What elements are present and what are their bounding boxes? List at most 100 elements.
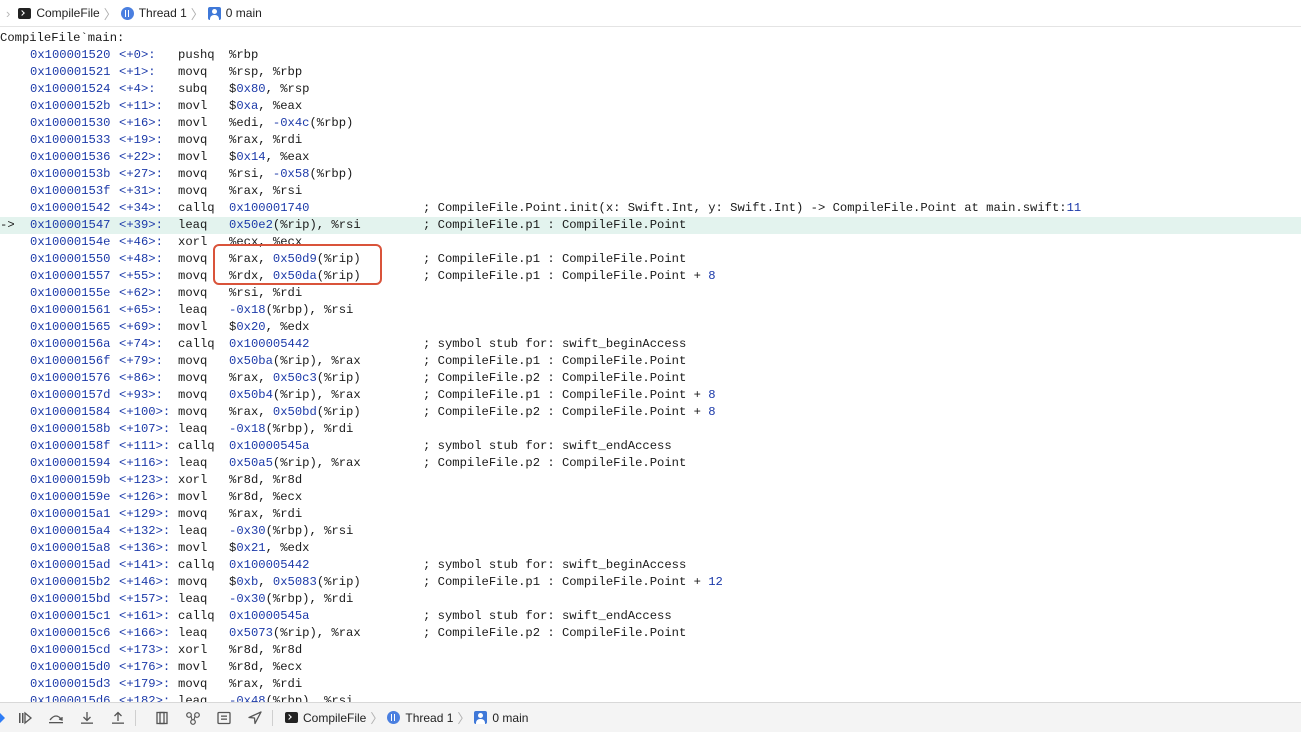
instruction-row[interactable]: 0x100001533 <+19>: movq %rax, %rdi [0,132,1301,149]
instruction-row[interactable]: 0x10000158b <+107>: leaq -0x18(%rbp), %rdi [0,421,1301,438]
operand-text: (%rbp), %rsi [265,303,354,317]
memory-graph-icon[interactable] [182,708,204,728]
instruction-row[interactable]: 0x10000154e <+46>: xorl %ecx, %ecx [0,234,1301,251]
instruction-address: 0x1000015d3 [30,677,111,691]
instruction-row[interactable]: 0x100001530 <+16>: movl %edi, -0x4c(%rbp) [0,115,1301,132]
instruction-offset: <+4>: [119,82,156,96]
comment-text: ; CompileFile.p2 : CompileFile.Point [423,371,687,385]
instruction-row[interactable]: 0x100001557 <+55>: movq %rdx, 0x50da(%rip);… [0,268,1301,285]
current-instruction-row[interactable]: -> 0x100001547 <+39>: leaq 0x50e2(%rip), %rs… [0,217,1301,234]
step-into-icon[interactable] [76,708,98,728]
instruction-offset: <+123>: [119,473,171,487]
instruction-mnemonic: movq [178,167,208,181]
breadcrumb-process[interactable]: CompileFile [18,6,100,20]
instruction-comment: ; CompileFile.p1 : CompileFile.Point [423,251,686,268]
instruction-mnemonic: callq [178,558,215,572]
instruction-offset: <+39>: [119,218,163,232]
comment-text: ; CompileFile.p1 : CompileFile.Point [423,354,687,368]
environment-icon[interactable] [213,708,235,728]
comment-number: 12 [708,575,723,589]
instruction-row[interactable]: 0x100001584 <+100>: movq %rax, 0x50bd(%rip)… [0,404,1301,421]
operand-number: -0x18 [229,422,266,436]
comment-text: ; symbol stub for: swift_endAccess [423,609,672,623]
instruction-address: 0x10000156f [30,354,111,368]
instruction-row[interactable]: 0x1000015a4 <+132>: leaq -0x30(%rbp), %rsi [0,523,1301,540]
instruction-mnemonic: xorl [178,643,208,657]
comment-text: ; symbol stub for: swift_endAccess [423,439,672,453]
instruction-row[interactable]: 0x10000152b <+11>: movl $0xa, %eax [0,98,1301,115]
debug-breadcrumb-thread-label: Thread 1 [405,710,454,725]
instruction-mnemonic: xorl [178,473,208,487]
operand-number: 0x50b4 [229,388,273,402]
instruction-operands: -0x18(%rbp), %rsi [229,302,353,319]
instruction-row[interactable]: 0x100001561 <+65>: leaq -0x18(%rbp), %rsi [0,302,1301,319]
disassembly-view[interactable]: CompileFile`main: 0x100001520 <+0>: pushq%… [0,30,1301,702]
instruction-row[interactable]: 0x10000157d <+93>: movq 0x50b4(%rip), %rax;… [0,387,1301,404]
instruction-row[interactable]: 0x10000159e <+126>: movl %r8d, %ecx [0,489,1301,506]
instruction-row[interactable]: 0x10000153b <+27>: movq %rsi, -0x58(%rbp) [0,166,1301,183]
instruction-row[interactable]: 0x100001520 <+0>: pushq %rbp [0,47,1301,64]
breadcrumb-frame-label: 0 main [225,6,262,20]
disassembly-lines: 0x100001520 <+0>: pushq %rbp 0x100001521 <+1>… [0,47,1301,702]
breadcrumb-thread-label: Thread 1 [138,6,187,20]
instruction-row[interactable]: 0x10000159b <+123>: xorl %r8d, %r8d [0,472,1301,489]
continue-icon[interactable] [14,708,36,728]
instruction-operands: $0x20, %edx [229,319,309,336]
instruction-row[interactable]: 0x100001594 <+116>: leaq 0x50a5(%rip), %rax… [0,455,1301,472]
instruction-row[interactable]: 0x1000015a1 <+129>: movq %rax, %rdi [0,506,1301,523]
instruction-row[interactable]: 0x10000155e <+62>: movq %rsi, %rdi [0,285,1301,302]
breadcrumb-separator: 〉 [190,6,204,22]
instruction-row[interactable]: 0x1000015d3 <+179>: movq %rax, %rdi [0,676,1301,693]
instruction-row[interactable]: 0x100001521 <+1>: movq %rsp, %rbp [0,64,1301,81]
instruction-row[interactable]: 0x10000156a <+74>: callq 0x100005442 ; symbo… [0,336,1301,353]
instruction-mnemonic: movq [178,252,208,266]
view-debugger-icon[interactable] [151,708,173,728]
annotation-highlight-box [213,244,382,285]
instruction-comment: ; CompileFile.p1 : CompileFile.Point + 8 [423,268,716,285]
instruction-row[interactable]: 0x1000015c6 <+166>: leaq 0x5073(%rip), %rax… [0,625,1301,642]
location-icon[interactable] [244,708,266,728]
instruction-row[interactable]: 0x1000015bd <+157>: leaq -0x30(%rbp), %rdi [0,591,1301,608]
instruction-row[interactable]: 0x1000015b2 <+146>: movq $0xb, 0x5083(%rip)… [0,574,1301,591]
instruction-row[interactable]: 0x10000153f <+31>: movq %rax, %rsi [0,183,1301,200]
debug-breadcrumb-thread[interactable]: Thread 1 [387,711,453,725]
navigate-forward-icon[interactable]: › [6,6,10,21]
instruction-row[interactable]: 0x1000015d6 <+182>: leaq -0x48(%rbp), %rsi [0,693,1301,702]
instruction-row[interactable]: 0x10000158f <+111>: callq 0x10000545a ; symb… [0,438,1301,455]
instruction-operands: $0x80, %rsp [229,81,309,98]
operand-text: %rsi, [229,167,273,181]
instruction-row[interactable]: 0x1000015a8 <+136>: movl $0x21, %edx [0,540,1301,557]
instruction-row[interactable]: 0x100001524 <+4>: subq $0x80, %rsp [0,81,1301,98]
breadcrumb-separator: 〉 [457,711,471,726]
operand-number: 0x50bd [272,405,317,419]
instruction-row[interactable]: 0x1000015cd <+173>: xorl %r8d, %r8d [0,642,1301,659]
operand-number: 0x50e2 [229,218,273,232]
thread-icon [387,711,401,724]
instruction-address: 0x1000015bd [30,592,111,606]
instruction-offset: <+173>: [119,643,171,657]
instruction-row[interactable]: 0x1000015c1 <+161>: callq 0x10000545a ; symb… [0,608,1301,625]
instruction-row[interactable]: 0x10000156f <+79>: movq 0x50ba(%rip), %rax;… [0,353,1301,370]
instruction-comment: ; symbol stub for: swift_endAccess [423,438,672,455]
debug-breadcrumb-frame[interactable]: 0 main [474,711,528,725]
comment-number: 8 [708,388,716,402]
instruction-row[interactable]: 0x100001536 <+22>: movl $0x14, %eax [0,149,1301,166]
instruction-row[interactable]: 0x100001576 <+86>: movq %rax, 0x50c3(%rip);… [0,370,1301,387]
instruction-operands: 0x10000545a [229,438,309,455]
instruction-mnemonic: movl [178,541,208,555]
debug-breadcrumb-process[interactable]: CompileFile [285,711,366,725]
instruction-address: 0x10000154e [30,235,111,249]
instruction-operands: %r8d, %r8d [229,472,302,489]
instruction-row[interactable]: 0x1000015d0 <+176>: movl %r8d, %ecx [0,659,1301,676]
instruction-mnemonic: leaq [178,592,208,606]
step-out-icon[interactable] [107,708,129,728]
breadcrumb-thread[interactable]: Thread 1 [120,6,187,20]
instruction-row[interactable]: 0x1000015ad <+141>: callq 0x100005442 ; symb… [0,557,1301,574]
breadcrumb-frame[interactable]: 0 main [207,6,262,20]
instruction-row[interactable]: 0x100001550 <+48>: movq %rax, 0x50d9(%rip);… [0,251,1301,268]
instruction-address: 0x1000015a8 [30,541,111,555]
step-over-icon[interactable] [45,708,67,728]
instruction-row[interactable]: 0x100001565 <+69>: movl $0x20, %edx [0,319,1301,336]
instruction-address: 0x1000015d6 [30,694,111,702]
instruction-row[interactable]: 0x100001542 <+34>: callq 0x100001740 ; Compi… [0,200,1301,217]
